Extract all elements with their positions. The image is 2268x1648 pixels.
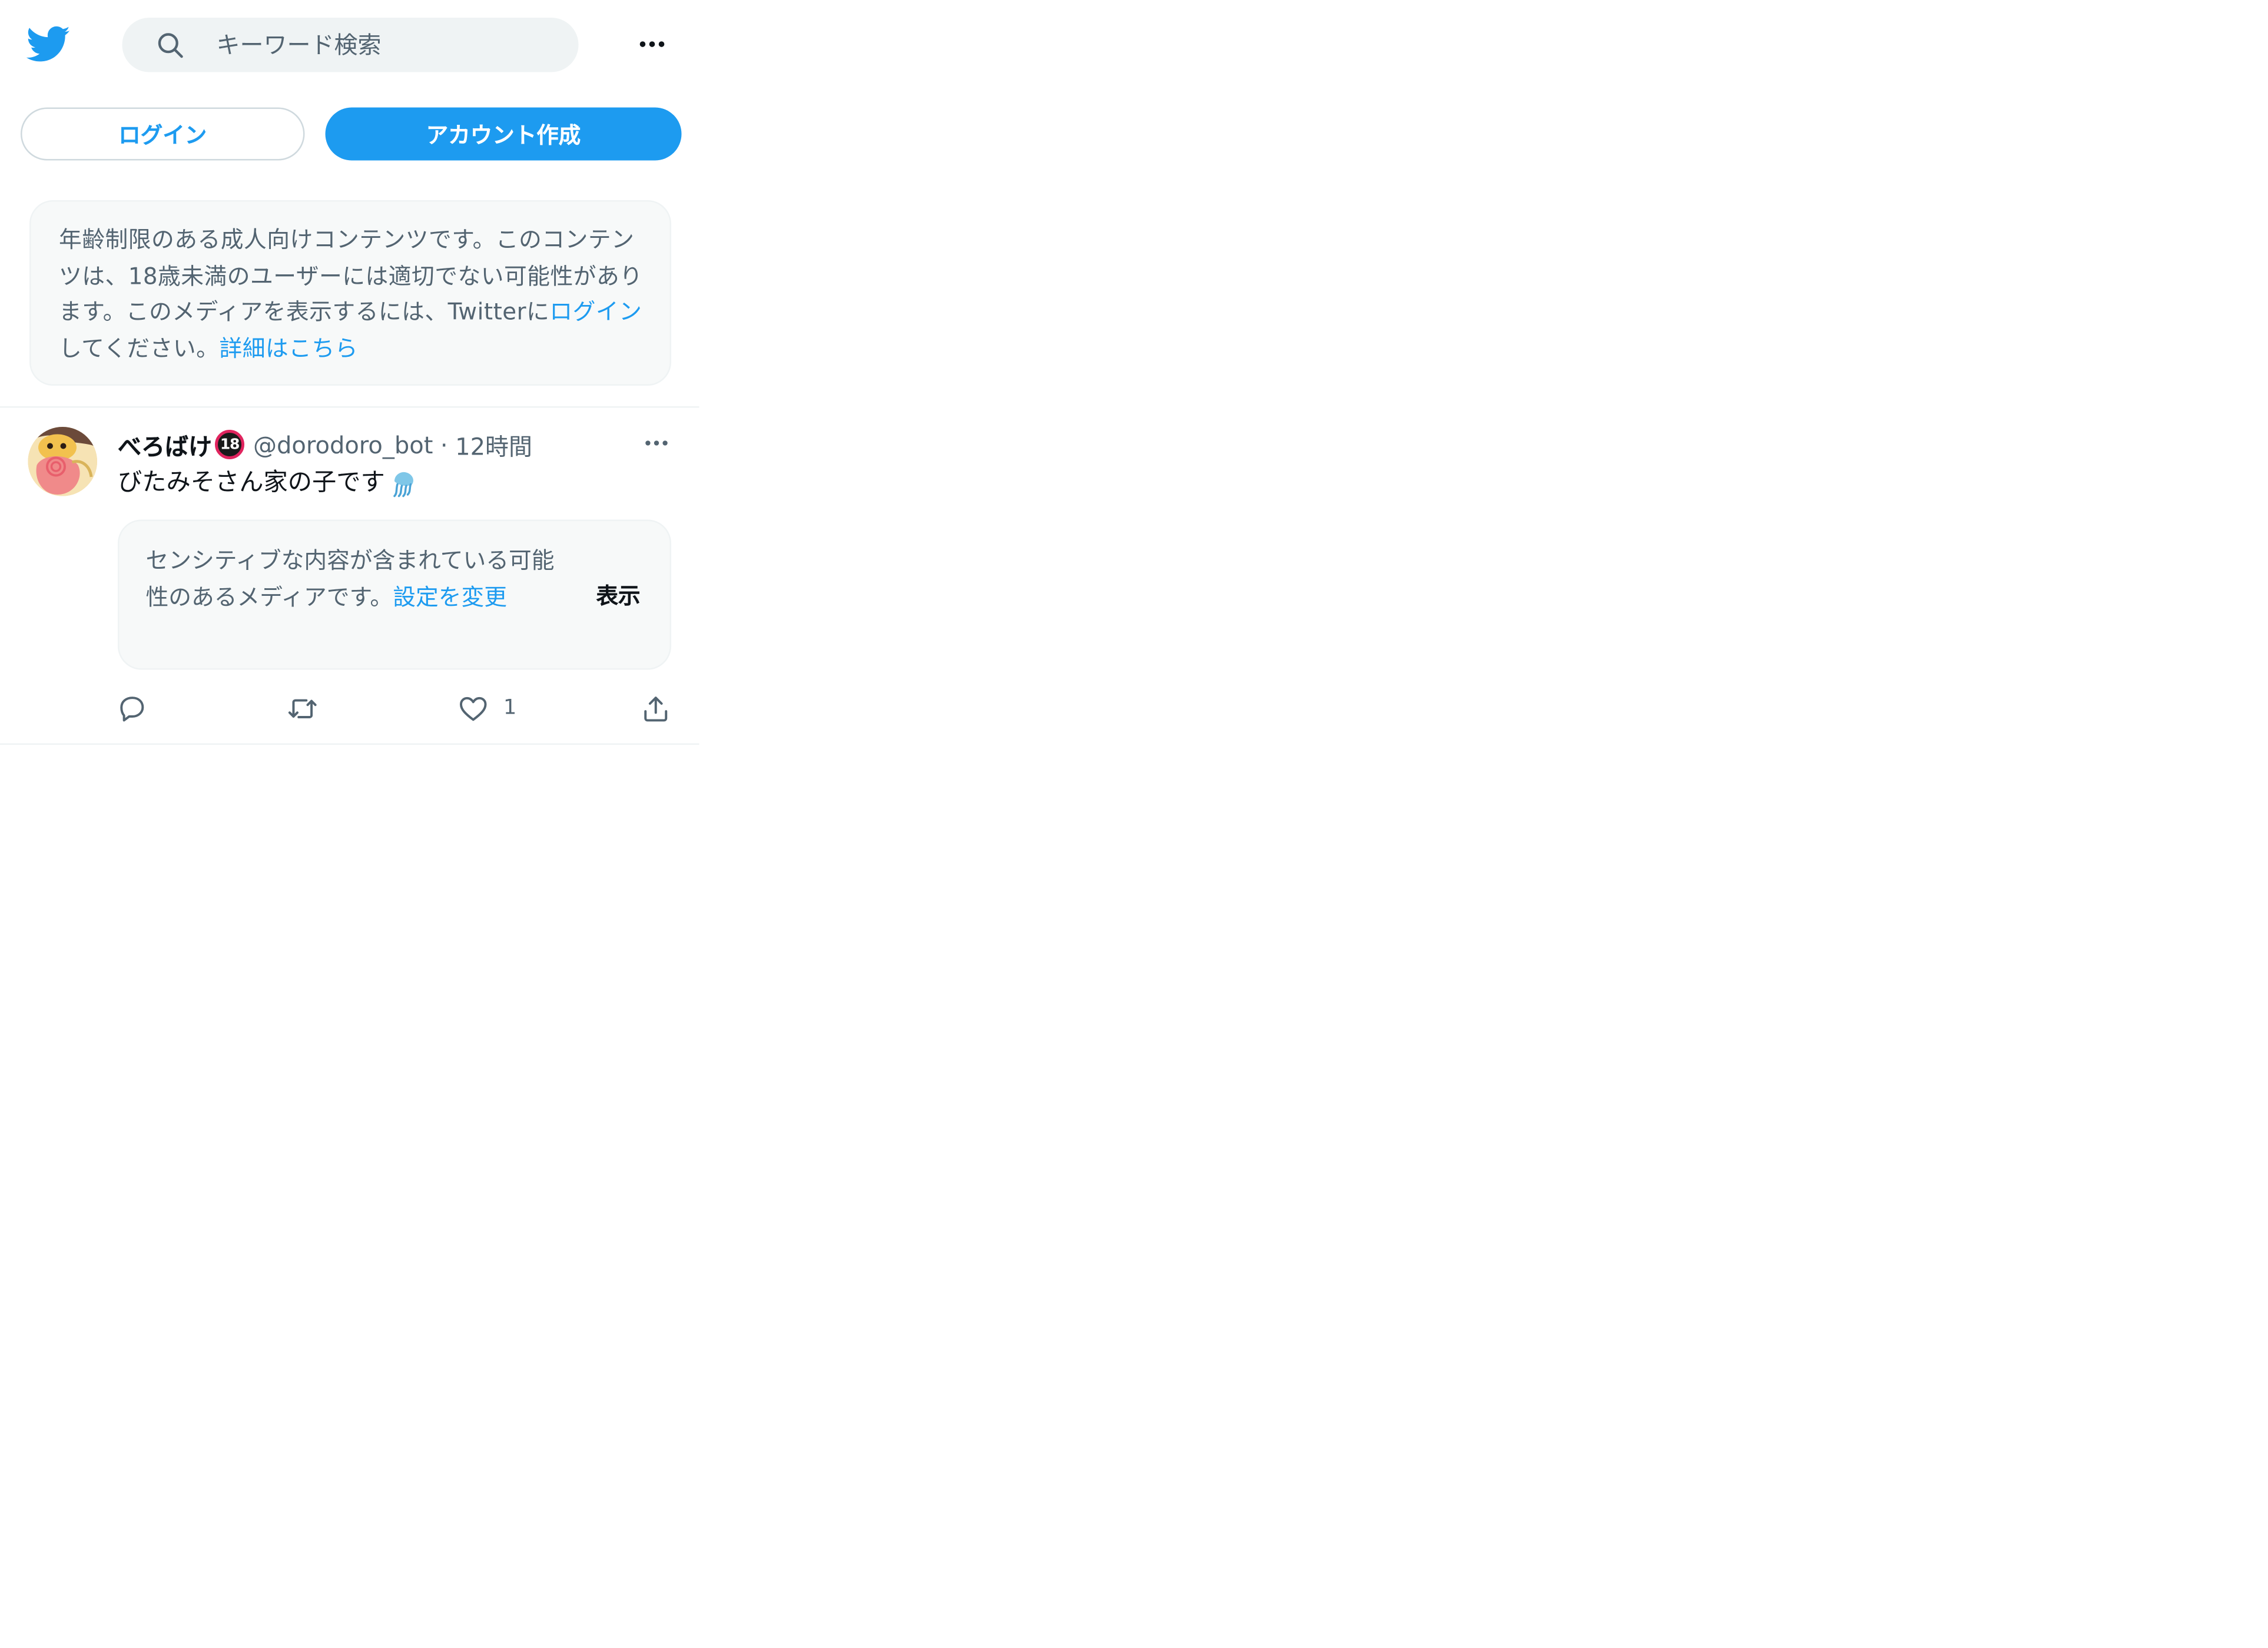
display-name[interactable]: べろばけ [118,427,212,462]
share-icon [644,695,668,721]
user-handle[interactable]: @dorodoro_bot [253,430,433,459]
tweet-body: びたみそさん家の子です [118,468,385,496]
search-bar[interactable] [122,18,579,72]
tweet-text: びたみそさん家の子です [118,465,417,500]
page: ログイン アカウント作成 年齢制限のある成人向けコンテンツです。このコンテンツは… [0,0,2267,1647]
retweet-button[interactable] [287,692,319,724]
sensitive-media-warning: センシティブな内容が含まれている可能性のあるメディアです。設定を変更 表示 [118,519,671,670]
tweet-header: べろばけ 18 @dorodoro_bot · 12時間 [118,427,532,462]
search-icon [156,31,184,59]
share-button[interactable] [641,692,672,724]
search-input[interactable] [216,18,555,72]
age-restriction-notice: 年齢制限のある成人向けコンテンツです。このコンテンツは、18歳未満のユーザーには… [29,200,671,386]
age-18-badge-icon: 18 [215,430,245,459]
like-button[interactable]: 1 [458,692,517,724]
notice-details-link[interactable]: 詳細はこちら [219,335,358,362]
jellyfish-emoji-icon [388,468,417,498]
divider [0,406,699,408]
twitter-bird-icon[interactable] [26,22,71,67]
show-media-button[interactable]: 表示 [596,580,640,611]
tweet-timestamp[interactable]: 12時間 [455,427,532,462]
more-horizontal-icon[interactable] [633,28,671,61]
retweet-icon [288,698,317,718]
create-account-button[interactable]: アカウント作成 [325,107,682,161]
like-count: 1 [503,696,517,720]
heart-icon [460,696,487,721]
sensitive-media-text: センシティブな内容が含まれている可能性のあるメディアです。設定を変更 [146,543,566,616]
separator-dot: · [440,430,448,459]
notice-login-link[interactable]: ログイン [549,299,642,326]
reply-button[interactable] [117,692,148,724]
notice-text-middle: してください。 [59,334,220,362]
divider [0,743,699,745]
change-settings-link[interactable]: 設定を変更 [393,583,507,610]
login-button[interactable]: ログイン [21,107,305,161]
tweet-more-icon[interactable] [642,429,671,458]
avatar[interactable] [28,427,97,496]
reply-icon [120,695,144,721]
